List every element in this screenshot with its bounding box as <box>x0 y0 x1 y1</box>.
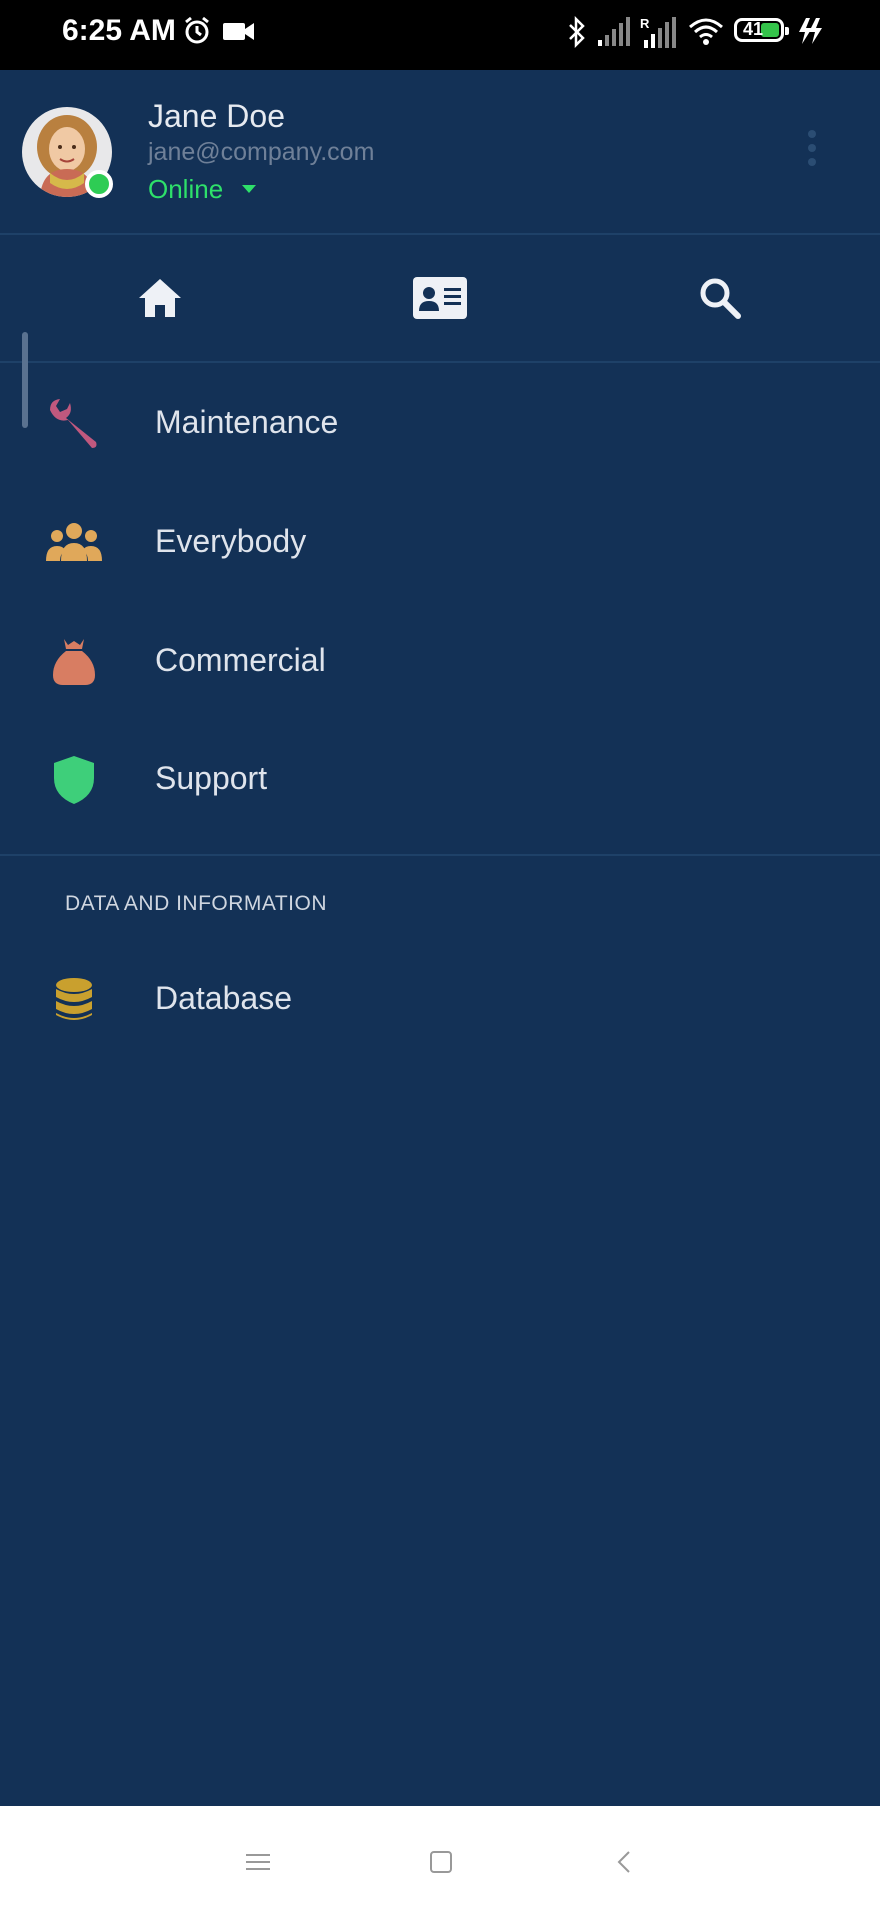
more-options-button[interactable] <box>804 130 820 174</box>
money-bag-icon <box>53 639 95 685</box>
divider <box>0 854 880 856</box>
user-email: jane@company.com <box>148 138 375 166</box>
battery-level: 41 <box>743 19 764 39</box>
section-title: DATA AND INFORMATION <box>65 892 328 915</box>
signal-icon <box>598 17 630 46</box>
contact-card-icon <box>413 277 467 319</box>
menu-item-label: Commercial <box>155 642 326 678</box>
menu-item-database[interactable]: Database <box>0 940 880 1058</box>
menu-icon <box>246 1854 270 1870</box>
tab-home[interactable] <box>125 263 195 333</box>
menu-item-label: Database <box>155 980 292 1016</box>
drawer-tabs <box>0 235 880 363</box>
back-button[interactable] <box>605 1842 645 1882</box>
menu-item-label: Maintenance <box>155 404 339 440</box>
navigation-drawer: Jane Doe jane@company.com Online Mainten… <box>0 70 880 1806</box>
menu-item-label: Everybody <box>155 523 307 559</box>
shield-icon <box>54 756 94 804</box>
home-button[interactable] <box>421 1842 461 1882</box>
menu-item-label: Support <box>155 760 268 796</box>
video-icon <box>223 23 254 40</box>
avatar[interactable] <box>22 107 113 198</box>
home-icon <box>139 279 181 317</box>
bluetooth-icon <box>569 16 585 48</box>
tab-contacts[interactable] <box>405 263 475 333</box>
square-icon <box>430 1851 452 1873</box>
menu-item-commercial[interactable]: Commercial <box>0 602 880 720</box>
wifi-icon <box>689 18 723 45</box>
menu-item-everybody[interactable]: Everybody <box>0 483 880 601</box>
svg-text:R: R <box>640 16 650 31</box>
menu-button[interactable] <box>238 1842 278 1882</box>
status-time: 6:25 AM <box>62 14 176 47</box>
chevron-left-icon <box>617 1851 630 1873</box>
battery-icon: 41 <box>734 18 789 42</box>
user-name: Jane Doe <box>148 98 285 134</box>
online-status-dot <box>85 170 113 198</box>
signal-roaming-icon: R <box>640 16 676 48</box>
users-icon <box>46 523 102 561</box>
menu-item-maintenance[interactable]: Maintenance <box>0 364 880 482</box>
status-bar: 6:25 AM R 41 <box>0 0 880 70</box>
tab-search[interactable] <box>685 263 755 333</box>
wrench-icon <box>50 399 97 448</box>
charging-icon <box>799 18 822 44</box>
status-dropdown[interactable]: Online <box>148 174 223 205</box>
search-icon <box>700 278 741 319</box>
chevron-down-icon[interactable] <box>242 185 256 193</box>
alarm-icon <box>185 16 209 44</box>
database-icon <box>56 978 92 1020</box>
system-navigation-bar <box>0 1806 880 1920</box>
profile-header: Jane Doe jane@company.com Online <box>0 70 880 235</box>
menu-item-support[interactable]: Support <box>0 720 880 838</box>
